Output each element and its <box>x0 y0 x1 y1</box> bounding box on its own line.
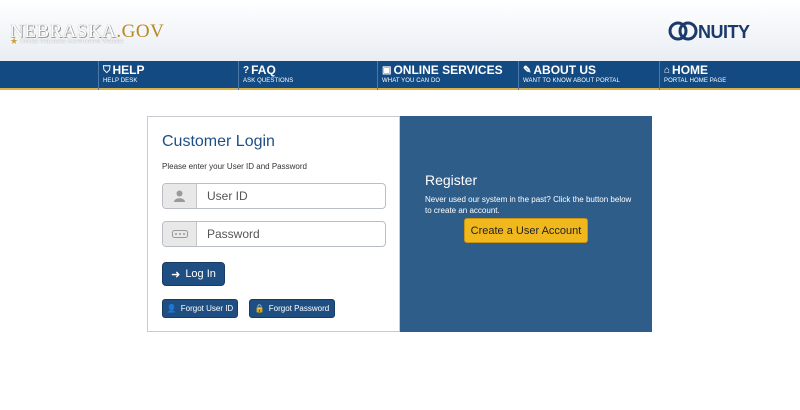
create-user-account-button[interactable]: Create a User Account <box>464 218 588 243</box>
login-register-panel: Customer Login Please enter your User ID… <box>147 116 652 332</box>
nav-item-sublabel: WANT TO KNOW ABOUT PORTAL <box>523 78 620 84</box>
nav-item-sublabel: WHAT YOU CAN DO <box>382 78 441 84</box>
nav-item-help[interactable]: ⛉ HELP HELP DESK <box>98 61 238 90</box>
user-icon: 👤 <box>166 304 177 313</box>
lock-icon: 🔒 <box>254 304 265 313</box>
forgot-user-id-label: Forgot User ID <box>180 304 234 313</box>
question-icon: ? <box>243 65 250 76</box>
login-title: Customer Login <box>162 133 275 150</box>
sign-in-icon: ➜ <box>171 268 181 281</box>
forgot-password-label: Forgot Password <box>268 304 330 313</box>
nav-item-about-us[interactable]: ✎ ABOUT US WANT TO KNOW ABOUT PORTAL <box>518 61 659 90</box>
nav-item-label: HOME <box>672 63 709 77</box>
log-in-button[interactable]: ➜ Log In <box>162 262 225 286</box>
nav-item-label: HELP <box>112 63 145 77</box>
nav-item-label: FAQ <box>251 63 276 77</box>
forgot-user-id-button[interactable]: 👤 Forgot User ID <box>162 299 238 318</box>
nav-item-sublabel: PORTAL HOME PAGE <box>664 78 727 84</box>
nav-item-faq[interactable]: ? FAQ ASK QUESTIONS <box>238 61 377 90</box>
nic-logo[interactable]: NUITY <box>668 20 760 42</box>
nav-item-home[interactable]: ⌂ HOME PORTAL HOME PAGE <box>659 61 800 90</box>
nav-item-sublabel: HELP DESK <box>103 78 138 84</box>
register-description: Never used our system in the past? Click… <box>425 195 632 215</box>
nav-item-online-services[interactable]: ▣ ONLINE SERVICES WHAT YOU CAN DO <box>377 61 518 90</box>
user-id-input[interactable] <box>198 184 385 208</box>
forgot-password-button[interactable]: 🔒 Forgot Password <box>249 299 335 318</box>
login-instructions: Please enter your User ID and Password <box>162 162 307 171</box>
user-icon <box>163 184 197 208</box>
star-icon: ★ <box>10 36 19 46</box>
log-in-label: Log In <box>185 268 216 280</box>
edit-icon: ✎ <box>523 65 532 76</box>
site-header: NEBRASKA.GOV ★ Official Nebraska Governm… <box>0 0 800 61</box>
password-input[interactable] <box>198 222 385 246</box>
shield-icon: ⛉ <box>103 65 111 76</box>
svg-text:NUITY: NUITY <box>698 22 750 42</box>
register-title: Register <box>425 172 478 188</box>
home-icon: ⌂ <box>664 65 671 76</box>
main-nav: ⛉ HELP HELP DESK ? FAQ ASK QUESTIONS ▣ ONLI… <box>0 61 800 90</box>
register-card: Register Never used our system in the pa… <box>400 116 652 332</box>
nav-item-label: ABOUT US <box>533 63 597 77</box>
password-field <box>162 221 386 247</box>
nav-item-label: ONLINE SERVICES <box>393 63 503 77</box>
nebraska-gov-logo[interactable]: NEBRASKA.GOV ★ Official Nebraska Governm… <box>10 21 164 51</box>
briefcase-icon: ▣ <box>382 65 392 76</box>
password-icon <box>163 222 197 246</box>
nebraska-gov-tagline: Official Nebraska Government Website <box>20 39 124 45</box>
customer-login-card: Customer Login Please enter your User ID… <box>147 116 400 332</box>
nav-item-sublabel: ASK QUESTIONS <box>243 78 294 84</box>
user-id-field <box>162 183 386 209</box>
